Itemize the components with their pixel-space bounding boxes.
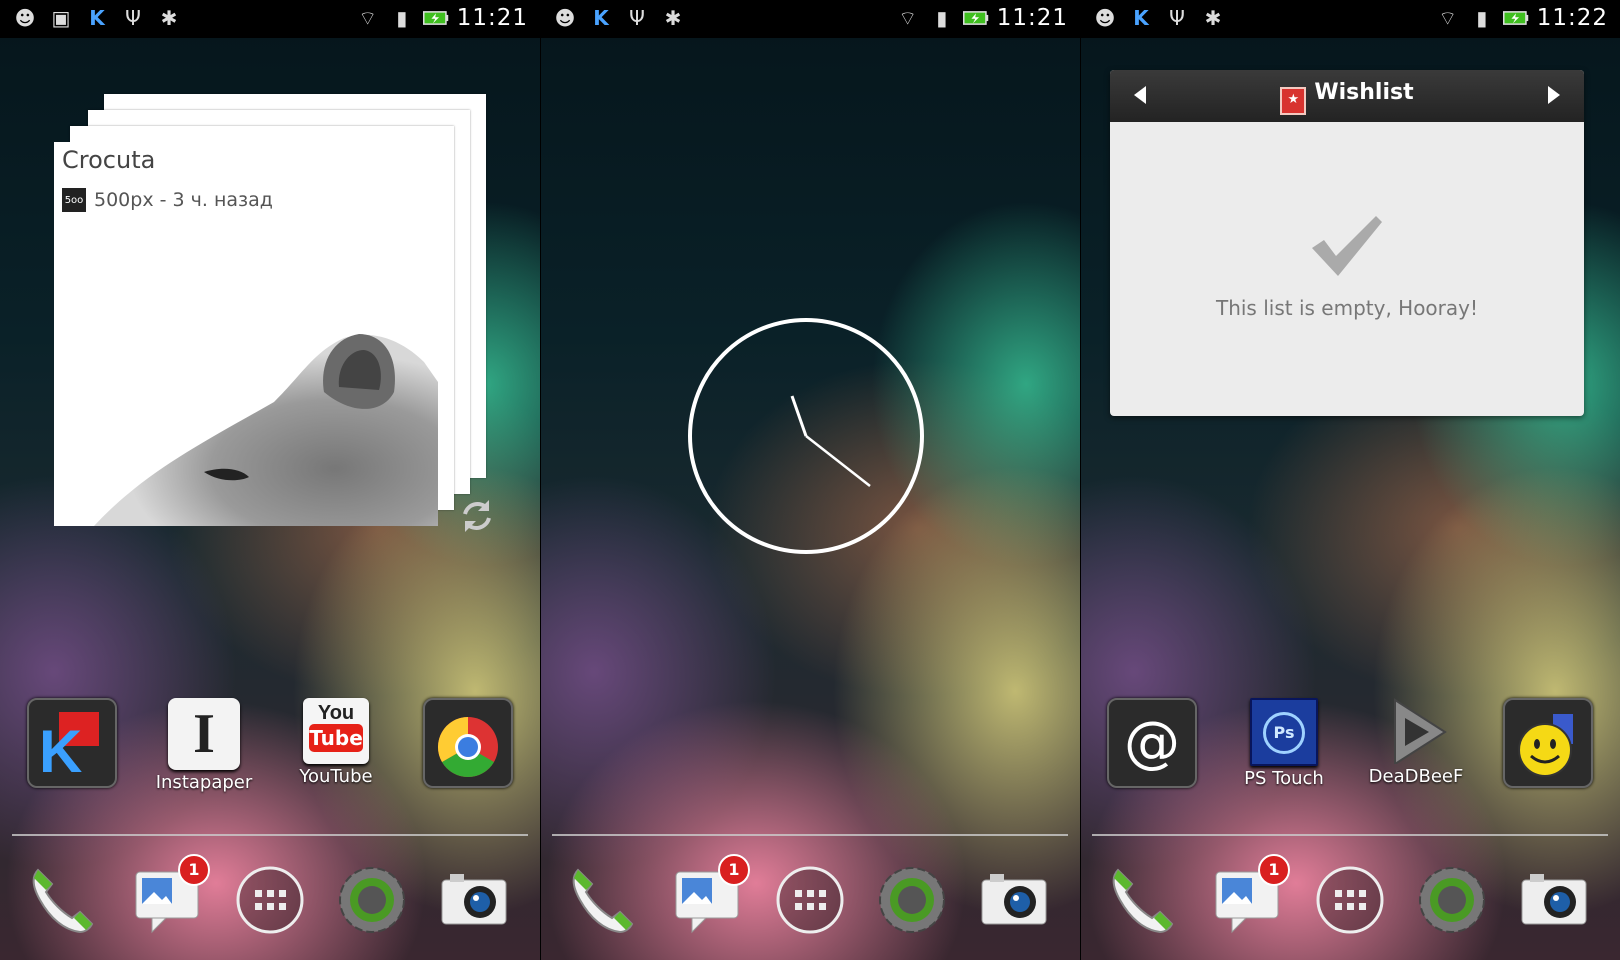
svg-text:K: K xyxy=(39,718,82,785)
app-email[interactable]: @ xyxy=(1092,698,1212,790)
clock-time: 11:21 xyxy=(456,5,528,31)
app-drawer-icon xyxy=(776,866,844,934)
app-drawer-icon xyxy=(1316,866,1384,934)
android-notification-icon: ☻ xyxy=(1094,6,1116,30)
kate-notification-icon: K xyxy=(593,6,609,30)
deadbeef-label: DeaDBeeF xyxy=(1368,766,1464,787)
app-drawer-button[interactable] xyxy=(1312,862,1388,938)
clock-time: 11:22 xyxy=(1536,5,1608,31)
wifi-icon: ⌔ xyxy=(898,5,918,30)
debug-icon: ✱ xyxy=(160,6,178,30)
camera-dock-button[interactable] xyxy=(1516,862,1592,938)
phone-dock-button[interactable] xyxy=(564,862,640,938)
home-screen-2: ☻ K Ψ ✱ ⌔ ▮ 11:21 1 xyxy=(540,0,1080,960)
wifi-icon: ⌔ xyxy=(358,5,378,30)
app-youtube[interactable]: You Tube YouTube xyxy=(276,698,396,787)
debug-icon: ✱ xyxy=(664,6,682,30)
battery-icon xyxy=(422,5,449,31)
instapaper-label: Instapaper xyxy=(155,772,253,793)
hyena-photo xyxy=(94,334,438,526)
kate-notification-icon: K xyxy=(1133,6,1149,30)
screen-divider xyxy=(540,0,541,960)
battery-icon xyxy=(962,5,989,31)
gear-icon xyxy=(879,867,945,933)
wishlist-app-icon: ★ xyxy=(1280,87,1307,115)
analog-clock-widget[interactable] xyxy=(686,316,926,556)
usb-icon: Ψ xyxy=(1169,6,1185,30)
status-bar[interactable]: ☻ ▣ K Ψ ✱ ⌔ ▮ 11:21 xyxy=(0,0,540,38)
phone-dock-button[interactable] xyxy=(1104,862,1180,938)
camera-icon xyxy=(981,874,1047,925)
gear-icon xyxy=(1419,867,1485,933)
app-drawer-icon xyxy=(236,866,304,934)
battery-icon xyxy=(1502,5,1529,31)
ps-touch-icon: Ps xyxy=(1250,698,1318,766)
checkmark-icon xyxy=(1312,216,1382,276)
gear-icon xyxy=(339,867,405,933)
unread-badge: 1 xyxy=(1258,854,1290,886)
three-home-screens: ☻ ▣ K Ψ ✱ ⌔ ▮ 11:21 Crocuta 5oo 500px - … xyxy=(0,0,1620,960)
wishlist-title: ★ Wishlist xyxy=(1110,80,1584,115)
clock-time: 11:21 xyxy=(996,5,1068,31)
app-kate-mobile[interactable]: K xyxy=(12,698,132,790)
home-screen-3: ☻ K Ψ ✱ ⌔ ▮ 11:22 ★ Wishlist This list i… xyxy=(1080,0,1620,960)
app-smiley[interactable] xyxy=(1488,698,1608,790)
app-drawer-button[interactable] xyxy=(232,862,308,938)
smiley-icon xyxy=(1503,698,1593,788)
wishlist-widget[interactable]: ★ Wishlist This list is empty, Hooray! xyxy=(1110,70,1584,416)
app-deadbeef[interactable]: DeaDBeeF xyxy=(1356,698,1476,787)
dock-divider xyxy=(12,834,528,836)
usb-icon: Ψ xyxy=(125,6,141,30)
android-notification-icon: ☻ xyxy=(14,6,36,30)
camera-icon xyxy=(1521,874,1587,925)
app-drawer-button[interactable] xyxy=(772,862,848,938)
unread-badge: 1 xyxy=(718,854,750,886)
status-bar[interactable]: ☻ K Ψ ✱ ⌔ ▮ 11:21 xyxy=(540,0,1080,38)
image-notification-icon: ▣ xyxy=(51,6,71,30)
chrome-icon xyxy=(423,698,513,788)
unread-badge: 1 xyxy=(178,854,210,886)
dock-divider xyxy=(552,834,1068,836)
settings-dock-button[interactable] xyxy=(874,862,950,938)
phone-dock-button[interactable] xyxy=(24,862,100,938)
empty-list-message: This list is empty, Hooray! xyxy=(1215,296,1478,320)
refresh-icon[interactable] xyxy=(455,494,499,538)
camera-icon xyxy=(441,874,507,925)
settings-dock-button[interactable] xyxy=(1414,862,1490,938)
debug-icon: ✱ xyxy=(1204,6,1222,30)
signal-icon: ▮ xyxy=(396,6,408,30)
wifi-icon: ⌔ xyxy=(1438,5,1458,30)
ps-touch-label: PS Touch xyxy=(1244,768,1324,789)
app-chrome[interactable] xyxy=(408,698,528,790)
signal-icon: ▮ xyxy=(936,6,948,30)
phone-icon xyxy=(572,868,634,934)
camera-dock-button[interactable] xyxy=(436,862,512,938)
instapaper-icon: I xyxy=(168,698,240,770)
deadbeef-icon xyxy=(1383,698,1449,766)
dock-divider xyxy=(1092,834,1608,836)
youtube-label: YouTube xyxy=(299,766,373,787)
usb-icon: Ψ xyxy=(629,6,645,30)
status-bar[interactable]: ☻ K Ψ ✱ ⌔ ▮ 11:22 xyxy=(1080,0,1620,38)
screen-divider xyxy=(1080,0,1081,960)
messages-dock-button[interactable]: 1 xyxy=(670,854,750,938)
app-instapaper[interactable]: I Instapaper xyxy=(144,698,264,793)
kate-notification-icon: K xyxy=(89,6,105,30)
messages-dock-button[interactable]: 1 xyxy=(1210,854,1290,938)
signal-icon: ▮ xyxy=(1476,6,1488,30)
youtube-icon: You Tube xyxy=(303,698,369,764)
phone-icon xyxy=(1112,868,1174,934)
photo-widget[interactable]: Crocuta 5oo 500px - 3 ч. назад xyxy=(54,142,438,526)
kate-mobile-icon: K xyxy=(27,698,117,788)
messages-dock-button[interactable]: 1 xyxy=(130,854,210,938)
wishlist-header: ★ Wishlist xyxy=(1110,70,1584,122)
next-arrow-icon[interactable] xyxy=(1548,86,1560,104)
phone-icon xyxy=(32,868,94,934)
android-notification-icon: ☻ xyxy=(554,6,576,30)
home-screen-1: ☻ ▣ K Ψ ✱ ⌔ ▮ 11:21 Crocuta 5oo 500px - … xyxy=(0,0,540,960)
settings-dock-button[interactable] xyxy=(334,862,410,938)
email-icon: @ xyxy=(1107,698,1197,788)
camera-dock-button[interactable] xyxy=(976,862,1052,938)
app-ps-touch[interactable]: Ps PS Touch xyxy=(1224,698,1344,789)
